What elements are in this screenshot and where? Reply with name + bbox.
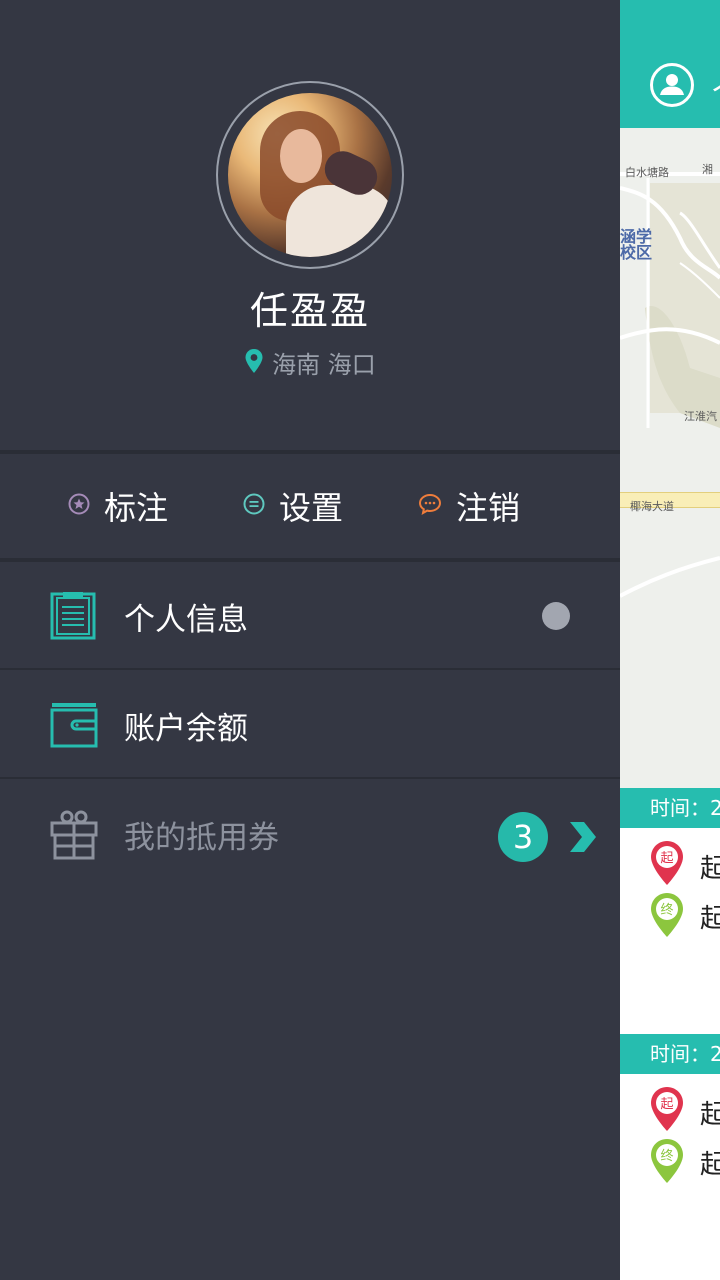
map-view[interactable]: 白水塘路 湘 涵学 校区 江淮汽 椰海大道 xyxy=(620,128,720,788)
settings-icon xyxy=(243,493,265,519)
end-address: 起 xyxy=(700,1150,720,1180)
map-label: 校区 xyxy=(620,243,653,262)
trip-time: 时间：2 xyxy=(620,1034,720,1074)
svg-text:终: 终 xyxy=(660,902,673,918)
menu-item-profile[interactable]: 个人信息 xyxy=(0,562,620,670)
user-name: 任盈盈 xyxy=(249,289,370,333)
gift-icon xyxy=(50,810,98,864)
end-pin-icon: 终 xyxy=(650,1138,684,1188)
coupon-count-badge: 3 xyxy=(498,812,548,862)
wallet-icon xyxy=(50,701,98,753)
user-location: 海南 海口 xyxy=(0,345,620,380)
menu-item-balance[interactable]: 账户余额 xyxy=(0,671,620,779)
quick-actions: 标注 设置 注销 xyxy=(0,454,620,558)
navigation-drawer: 任盈盈 海南 海口 标注 设置 注销 个人信息 账户余额 我的抵用券 3 xyxy=(0,0,620,1280)
map-label: 白水塘路 xyxy=(625,166,669,179)
settings-button[interactable]: 设置 xyxy=(243,454,343,558)
mark-label: 标注 xyxy=(104,489,169,527)
end-address: 起 xyxy=(700,904,720,934)
app-bar: 个 xyxy=(620,0,720,128)
svg-text:起: 起 xyxy=(660,851,673,866)
star-icon xyxy=(68,493,90,519)
profile-header: 任盈盈 海南 海口 xyxy=(0,0,620,452)
svg-text:终: 终 xyxy=(660,1148,673,1164)
menu-item-label: 我的抵用券 xyxy=(124,820,279,856)
map-label: 湘 xyxy=(702,163,713,176)
status-dot xyxy=(542,602,570,630)
avatar-photo xyxy=(228,93,392,257)
trip-card[interactable]: 时间：2 起 起 终 起 xyxy=(620,788,720,1032)
logout-button[interactable]: 注销 xyxy=(418,454,520,558)
mark-button[interactable]: 标注 xyxy=(68,454,168,558)
start-address: 起 xyxy=(700,1100,720,1130)
clipboard-icon xyxy=(50,592,96,644)
chat-bubble-icon xyxy=(418,493,442,519)
trip-time: 时间：2 xyxy=(620,788,720,828)
main-screen-peek[interactable]: 个 白水塘路 湘 涵学 校区 江淮汽 椰海大道 时间：2 起 xyxy=(620,0,720,1280)
start-pin-icon: 起 xyxy=(650,1086,684,1136)
end-pin-icon: 终 xyxy=(650,892,684,942)
app-title: 个 xyxy=(712,68,720,111)
svg-text:起: 起 xyxy=(660,1097,673,1112)
chevron-right-icon xyxy=(568,820,598,858)
map-label: 江淮汽 xyxy=(684,410,717,423)
user-account-icon[interactable] xyxy=(649,62,695,112)
menu-item-label: 账户余额 xyxy=(124,711,248,747)
avatar[interactable] xyxy=(216,81,404,269)
menu-item-coupons[interactable]: 我的抵用券 3 xyxy=(0,780,620,888)
location-text: 海南 海口 xyxy=(272,351,376,379)
start-pin-icon: 起 xyxy=(650,840,684,890)
map-label: 椰海大道 xyxy=(630,500,674,513)
start-address: 起 xyxy=(700,854,720,884)
logout-label: 注销 xyxy=(456,489,521,527)
menu-item-label: 个人信息 xyxy=(124,602,248,638)
trip-card[interactable]: 时间：2 起 起 终 起 xyxy=(620,1034,720,1280)
location-pin-icon xyxy=(244,348,264,378)
settings-label: 设置 xyxy=(279,489,344,527)
